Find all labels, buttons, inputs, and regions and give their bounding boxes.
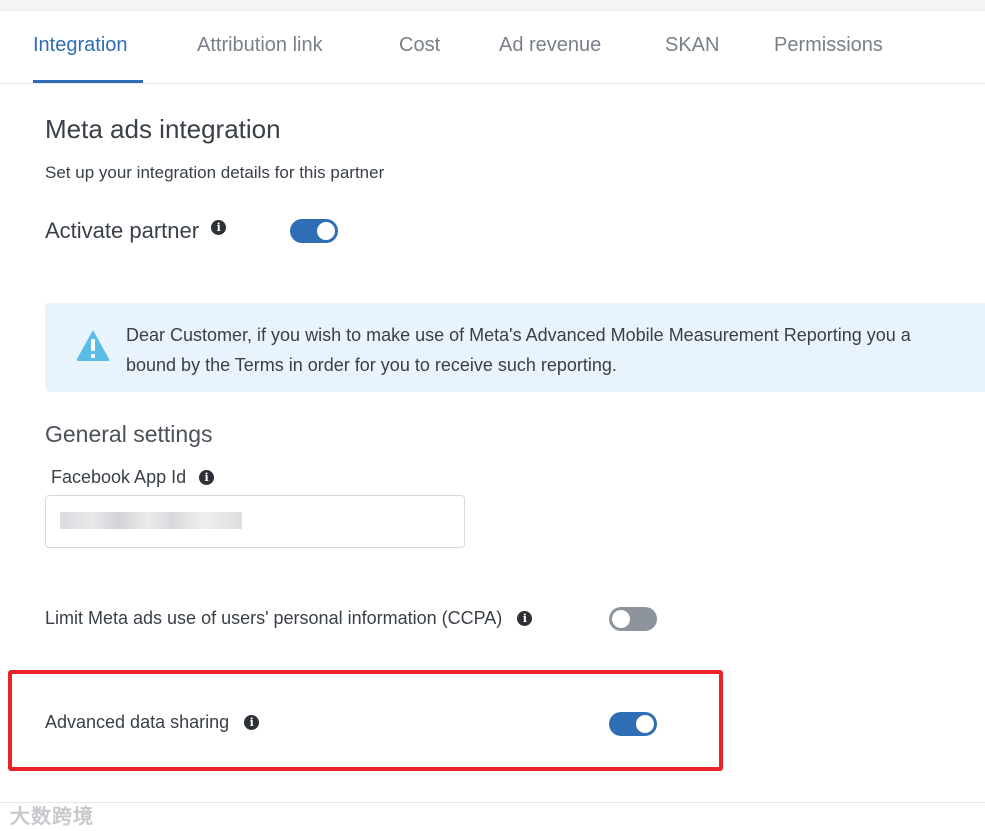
tab-skan[interactable]: SKAN [665,34,719,57]
divider [0,802,985,803]
facebook-app-id-label: Facebook App Id [51,467,187,487]
warning-icon [76,330,110,361]
tab-bar: Integration Attribution link Cost Ad rev… [0,10,985,84]
activate-partner-row: Activate partner i [45,218,227,244]
alert-line-1: Dear Customer, if you wish to make use o… [126,325,911,345]
alert-line-2: bound by the Terms in order for you to r… [126,355,617,375]
info-icon[interactable]: i [211,220,227,235]
watermark: 大数跨境 [10,806,94,828]
info-icon[interactable]: i [199,470,215,485]
redacted-value [60,512,242,529]
toggle-knob [317,222,335,240]
terms-alert: Dear Customer, if you wish to make use o… [45,303,985,392]
ccpa-row: Limit Meta ads use of users' personal in… [45,608,533,629]
alert-message: Dear Customer, if you wish to make use o… [126,320,985,380]
tab-cost[interactable]: Cost [399,34,440,57]
info-icon[interactable]: i [517,611,533,626]
toggle-knob [612,610,630,628]
activate-partner-toggle[interactable] [290,219,338,243]
page-subtitle: Set up your integration details for this… [45,163,385,182]
page-title: Meta ads integration [45,114,281,144]
tab-permissions[interactable]: Permissions [774,34,883,57]
active-tab-indicator [33,80,143,83]
ccpa-label: Limit Meta ads use of users' personal in… [45,608,503,628]
general-settings-title: General settings [45,421,213,447]
ccpa-toggle[interactable] [609,607,657,631]
facebook-app-id-input[interactable] [45,495,465,548]
tab-integration[interactable]: Integration [33,34,128,57]
tab-ad-revenue[interactable]: Ad revenue [499,34,601,57]
facebook-app-id-row: Facebook App Id i [51,467,215,488]
highlight-box [8,670,723,771]
activate-partner-label: Activate partner [45,218,200,243]
tab-attribution-link[interactable]: Attribution link [197,34,323,57]
